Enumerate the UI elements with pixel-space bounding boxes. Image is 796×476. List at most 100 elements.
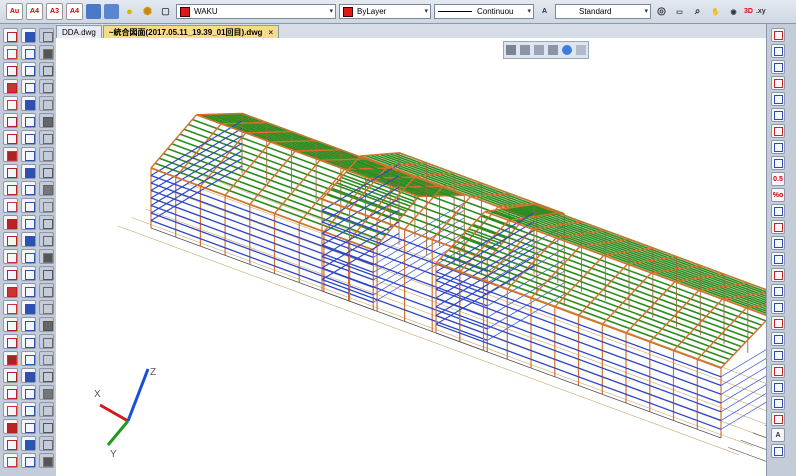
tool-button-icon[interactable]	[39, 351, 54, 366]
tool-button-icon[interactable]	[3, 130, 18, 145]
tool-button-icon[interactable]	[21, 453, 36, 468]
tool-button-icon[interactable]	[771, 60, 785, 74]
tool-button-icon[interactable]	[771, 412, 785, 426]
tool-button-icon[interactable]	[3, 385, 18, 400]
tool-button-icon[interactable]	[39, 232, 54, 247]
tool-button-icon[interactable]	[771, 204, 785, 218]
tool-button-icon[interactable]	[771, 332, 785, 346]
tool-button-icon[interactable]	[3, 164, 18, 179]
tool-button-icon[interactable]	[21, 317, 36, 332]
tool-button-icon[interactable]	[39, 419, 54, 434]
layer-dropdown[interactable]: WAKU ▾	[176, 4, 336, 19]
tool-button-icon[interactable]	[771, 380, 785, 394]
tool-button-icon[interactable]	[21, 351, 36, 366]
text-style-dropdown[interactable]: Standard ▾	[555, 4, 651, 19]
tool-button-icon[interactable]	[39, 436, 54, 451]
tool-button-icon[interactable]	[21, 62, 36, 77]
tool-button-icon[interactable]	[21, 181, 36, 196]
tool-button-icon[interactable]	[3, 436, 18, 451]
sun-icon[interactable]: ✺	[140, 4, 155, 19]
tool-button-icon[interactable]	[39, 334, 54, 349]
tool-button-icon[interactable]	[3, 419, 18, 434]
xy-icon[interactable]: .xy	[756, 4, 766, 19]
tool-button-icon[interactable]	[771, 44, 785, 58]
tool-button-icon[interactable]	[771, 348, 785, 362]
tool-button-icon[interactable]	[3, 334, 18, 349]
tool-button-icon[interactable]	[39, 164, 54, 179]
tool-button-icon[interactable]	[3, 232, 18, 247]
window-icon[interactable]: ▭	[672, 4, 687, 19]
tool-button-icon[interactable]	[21, 419, 36, 434]
tool-button-icon[interactable]	[21, 300, 36, 315]
view-front-icon[interactable]	[520, 45, 530, 55]
tool-button-icon[interactable]	[21, 283, 36, 298]
tool-button-icon[interactable]	[771, 268, 785, 282]
tool-button-icon[interactable]	[771, 236, 785, 250]
tool-button-icon[interactable]	[39, 113, 54, 128]
view-box-icon[interactable]	[506, 45, 516, 55]
render-sphere-icon[interactable]	[562, 45, 572, 55]
tool-button-icon[interactable]	[39, 28, 54, 43]
text-style-icon[interactable]: A	[537, 4, 552, 19]
layer-state-icon[interactable]	[104, 4, 119, 19]
tool-button-icon[interactable]	[771, 108, 785, 122]
tool-button-icon[interactable]	[39, 198, 54, 213]
tool-button-icon[interactable]	[771, 140, 785, 154]
tool-button-icon[interactable]	[21, 232, 36, 247]
tool-button-icon[interactable]	[21, 45, 36, 60]
tool-button-icon[interactable]	[21, 385, 36, 400]
tool-button-icon[interactable]	[3, 283, 18, 298]
tool-button-icon[interactable]	[21, 436, 36, 451]
tool-button-icon[interactable]	[39, 62, 54, 77]
tool-button-icon[interactable]	[21, 96, 36, 111]
au-button[interactable]: Au	[6, 3, 23, 20]
tool-button-icon[interactable]	[21, 147, 36, 162]
tool-button-icon[interactable]	[3, 62, 18, 77]
tool-button-icon[interactable]	[21, 368, 36, 383]
tool-button-icon[interactable]	[771, 396, 785, 410]
color-dropdown[interactable]: ByLayer ▾	[339, 4, 431, 19]
tool-button-icon[interactable]	[21, 79, 36, 94]
tool-button-icon[interactable]	[771, 28, 785, 42]
view-side-icon[interactable]	[534, 45, 544, 55]
lineweight-button[interactable]: 0.5	[771, 172, 785, 186]
tool-button-icon[interactable]	[39, 283, 54, 298]
tab-dda[interactable]: DDA.dwg	[56, 25, 102, 38]
orbit-icon[interactable]: ◎	[654, 4, 669, 19]
tool-button-icon[interactable]	[771, 300, 785, 314]
pan-icon[interactable]: ✋	[708, 4, 723, 19]
tool-button-icon[interactable]	[771, 156, 785, 170]
tool-button-icon[interactable]	[771, 284, 785, 298]
tool-button-icon[interactable]	[771, 76, 785, 90]
tool-button-icon[interactable]	[3, 147, 18, 162]
tab-integrated-drawing[interactable]: ~統合図面(2017.05.11_19.39_01回目).dwg ×	[102, 25, 280, 38]
text-button[interactable]: A	[771, 428, 785, 442]
tool-button-icon[interactable]	[3, 45, 18, 60]
tool-button-icon[interactable]	[39, 402, 54, 417]
lock-icon[interactable]: ▢	[158, 4, 173, 19]
3d-view-icon[interactable]: 3D	[744, 4, 753, 19]
tool-button-icon[interactable]	[39, 215, 54, 230]
tool-button-icon[interactable]	[21, 402, 36, 417]
tool-button-icon[interactable]	[39, 181, 54, 196]
a3-button[interactable]: A3	[46, 3, 63, 20]
tool-button-icon[interactable]	[21, 28, 36, 43]
tool-button-icon[interactable]	[3, 28, 18, 43]
tool-button-icon[interactable]	[39, 96, 54, 111]
tool-button-icon[interactable]	[39, 45, 54, 60]
tool-button-icon[interactable]	[3, 368, 18, 383]
drawing-canvas[interactable]: X Z Y	[56, 38, 766, 476]
lightbulb-icon[interactable]: ●	[122, 4, 137, 19]
tool-button-icon[interactable]	[3, 79, 18, 94]
tool-button-icon[interactable]	[3, 113, 18, 128]
tool-button-icon[interactable]	[39, 147, 54, 162]
zoom-icon[interactable]: ⌕	[690, 4, 705, 19]
tool-button-icon[interactable]	[39, 79, 54, 94]
tool-button-icon[interactable]	[39, 266, 54, 281]
tool-button-icon[interactable]	[771, 124, 785, 138]
tool-button-icon[interactable]	[39, 300, 54, 315]
tool-button-icon[interactable]	[21, 215, 36, 230]
tool-button-icon[interactable]	[39, 368, 54, 383]
tool-button-icon[interactable]	[3, 96, 18, 111]
tool-button-icon[interactable]	[21, 130, 36, 145]
